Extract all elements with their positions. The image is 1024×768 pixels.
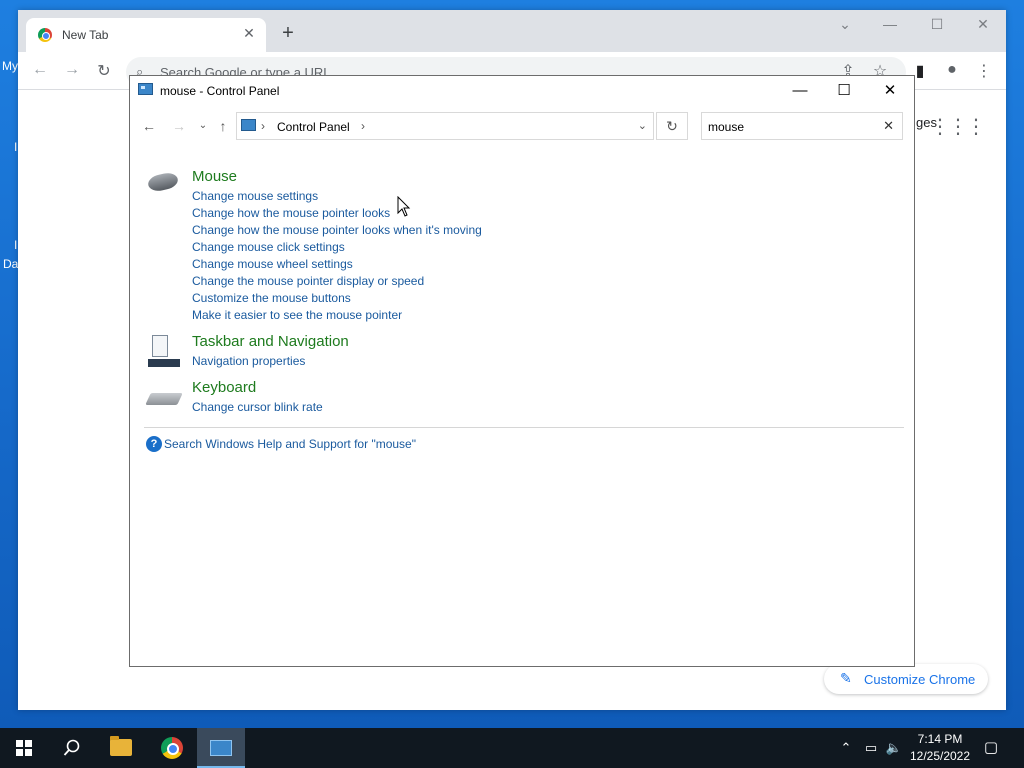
notifications-icon[interactable]: ▢ xyxy=(980,738,1002,758)
desktop-icon-label[interactable]: My xyxy=(2,59,18,73)
taskbar: ⌃ ▭ 🔈 7:14 PM 12/25/2022 ▢ xyxy=(0,728,1024,768)
chrome-icon xyxy=(161,737,183,759)
minimize-button[interactable]: — xyxy=(778,80,822,102)
file-explorer-taskbar-button[interactable] xyxy=(98,728,146,768)
search-button[interactable] xyxy=(48,728,96,768)
result-link[interactable]: Change mouse wheel settings xyxy=(192,257,353,271)
group-title[interactable]: Mouse xyxy=(192,168,237,185)
mouse-cursor-icon xyxy=(397,196,411,217)
start-button[interactable] xyxy=(0,728,48,768)
desktop-icon-label[interactable]: I xyxy=(14,140,17,154)
breadcrumb-chevron-icon[interactable]: › xyxy=(361,119,365,133)
result-link[interactable]: Make it easier to see the mouse pointer xyxy=(192,308,402,322)
back-icon[interactable]: ← xyxy=(30,61,50,79)
desktop-icon-label[interactable]: I xyxy=(14,238,17,252)
taskbar-icon xyxy=(148,335,180,367)
control-panel-icon xyxy=(241,119,256,131)
result-link[interactable]: Change the mouse pointer display or spee… xyxy=(192,274,424,288)
refresh-button[interactable]: ↻ xyxy=(656,112,688,140)
google-apps-icon[interactable]: ⋮⋮⋮ xyxy=(930,114,986,139)
forward-icon[interactable]: → xyxy=(170,118,188,134)
divider xyxy=(144,427,904,428)
result-link[interactable]: Change how the mouse pointer looks xyxy=(192,206,390,220)
cp-navigation-bar: ← → ⌄ ↑ › Control Panel › ⌄ ↻ mouse ✕ xyxy=(130,106,914,146)
volume-icon[interactable]: 🔈 xyxy=(884,728,904,768)
result-link[interactable]: Navigation properties xyxy=(192,354,305,368)
result-link[interactable]: Change how the mouse pointer looks when … xyxy=(192,223,482,237)
tab-search-icon[interactable]: ⌄ xyxy=(830,16,860,33)
show-hidden-icons-icon[interactable]: ⌃ xyxy=(836,728,856,768)
help-icon: ? xyxy=(146,436,162,452)
breadcrumb-chevron-icon[interactable]: › xyxy=(261,119,265,133)
result-link[interactable]: Change mouse settings xyxy=(192,189,318,203)
minimize-button[interactable]: — xyxy=(875,16,905,32)
result-link[interactable]: Change mouse click settings xyxy=(192,240,345,254)
reload-icon[interactable]: ↻ xyxy=(94,61,114,81)
group-title[interactable]: Taskbar and Navigation xyxy=(192,333,349,350)
chrome-menu-icon[interactable]: ⋮ xyxy=(974,61,994,81)
mouse-icon xyxy=(146,171,180,193)
recent-locations-icon[interactable]: ⌄ xyxy=(194,120,212,131)
back-icon[interactable]: ← xyxy=(140,118,158,134)
chrome-tab-strip: New Tab ✕ + ⌄ — ☐ ✕ xyxy=(18,10,1006,52)
cp-title-bar[interactable]: mouse - Control Panel — ☐ ✕ xyxy=(130,76,914,106)
group-title[interactable]: Keyboard xyxy=(192,379,256,396)
result-link[interactable]: Change cursor blink rate xyxy=(192,400,323,414)
clock-date: 12/25/2022 xyxy=(909,749,971,763)
chevron-down-icon[interactable]: ⌄ xyxy=(638,119,647,132)
customize-chrome-label: Customize Chrome xyxy=(864,672,976,687)
new-tab-button[interactable]: + xyxy=(276,23,300,43)
result-link[interactable]: Customize the mouse buttons xyxy=(192,291,351,305)
window-title: mouse - Control Panel xyxy=(160,84,280,98)
search-value[interactable]: mouse xyxy=(708,120,744,134)
windows-logo-icon xyxy=(16,740,32,756)
search-icon xyxy=(63,739,80,756)
desktop-icon-label[interactable]: Da xyxy=(3,257,18,271)
maximize-button[interactable]: ☐ xyxy=(922,16,952,33)
control-panel-icon xyxy=(138,83,153,95)
chrome-taskbar-button[interactable] xyxy=(148,728,196,768)
up-icon[interactable]: ↑ xyxy=(214,118,232,134)
chrome-favicon-icon xyxy=(38,28,52,42)
help-search-text[interactable]: Search Windows Help and Support for "mou… xyxy=(164,437,416,451)
pencil-icon: ✎ xyxy=(840,670,852,686)
forward-icon[interactable]: → xyxy=(62,61,82,79)
control-panel-icon xyxy=(210,740,232,756)
close-button[interactable]: ✕ xyxy=(968,16,998,33)
maximize-button[interactable]: ☐ xyxy=(822,80,866,102)
address-bar[interactable]: › Control Panel › ⌄ xyxy=(236,112,654,140)
tab-title: New Tab xyxy=(62,28,109,42)
search-field[interactable]: mouse ✕ xyxy=(701,112,903,140)
folder-icon xyxy=(110,736,132,756)
tab-close-icon[interactable]: ✕ xyxy=(240,25,258,42)
control-panel-taskbar-button[interactable] xyxy=(197,728,245,768)
breadcrumb-control-panel[interactable]: Control Panel xyxy=(277,120,350,134)
control-panel-window: mouse - Control Panel — ☐ ✕ ← → ⌄ ↑ › Co… xyxy=(129,75,915,667)
chrome-tab[interactable]: New Tab ✕ xyxy=(26,18,266,52)
profile-avatar-icon[interactable]: ● xyxy=(942,61,962,79)
keyboard-icon xyxy=(145,393,183,405)
network-icon[interactable]: ▭ xyxy=(860,728,882,768)
clear-search-icon[interactable]: ✕ xyxy=(883,118,894,134)
customize-chrome-button[interactable]: ✎ Customize Chrome xyxy=(824,664,988,694)
clock-time: 7:14 PM xyxy=(917,732,963,746)
close-button[interactable]: ✕ xyxy=(868,80,912,102)
taskbar-clock[interactable]: 7:14 PM 12/25/2022 xyxy=(904,731,976,765)
